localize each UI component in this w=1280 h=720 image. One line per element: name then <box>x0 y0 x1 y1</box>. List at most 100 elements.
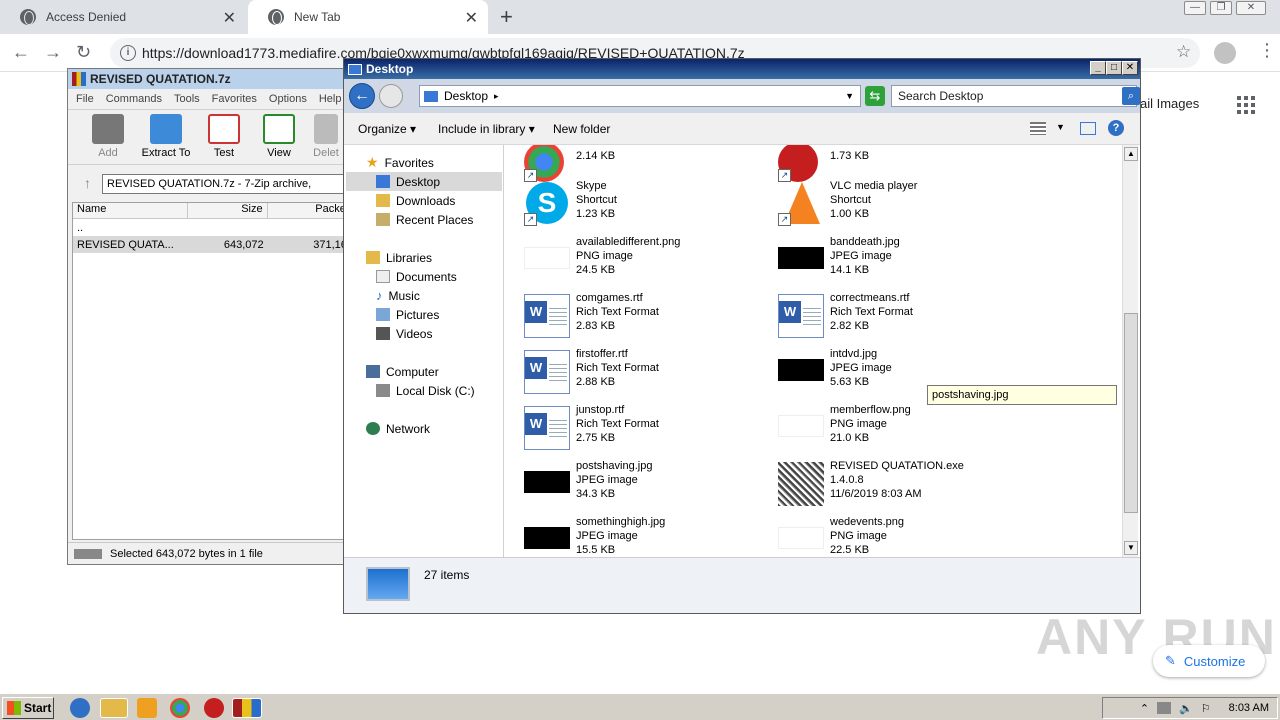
search-icon[interactable]: ⌕ <box>1122 87 1140 105</box>
file-item[interactable]: availabledifferent.png PNG image 24.5 KB <box>524 233 774 287</box>
file-type: Rich Text Format <box>576 306 659 318</box>
back-icon[interactable]: ← <box>12 42 30 63</box>
tab-access-denied[interactable]: Access Denied ✕ <box>0 0 246 34</box>
menu-tools[interactable]: Tools <box>174 93 200 105</box>
scroll-up-icon[interactable]: ▲ <box>1124 147 1138 161</box>
explorer-address-bar[interactable]: Desktop ▸ ▼ <box>419 85 861 107</box>
menu-help[interactable]: Help <box>319 93 342 105</box>
include-in-library-button[interactable]: Include in library ▾ <box>438 122 535 136</box>
add-button[interactable]: Add <box>80 114 136 159</box>
forward-button[interactable] <box>379 84 403 108</box>
preview-pane-icon[interactable] <box>1080 122 1096 135</box>
vertical-scrollbar[interactable]: ▲ ▼ <box>1122 145 1138 557</box>
forward-icon[interactable]: → <box>44 42 62 63</box>
info-icon[interactable]: i <box>120 45 136 61</box>
organize-button[interactable]: Organize ▾ <box>358 122 416 136</box>
restore-button[interactable]: ❐ <box>1210 1 1232 15</box>
nav-desktop[interactable]: Desktop <box>346 172 502 191</box>
menu-favorites[interactable]: Favorites <box>212 93 257 105</box>
file-item[interactable]: wedevents.png PNG image 22.5 KB <box>778 513 1028 557</box>
winrar-taskbar-icon[interactable] <box>232 698 262 718</box>
chrome-menu-icon[interactable]: ⋮ <box>1258 40 1276 61</box>
minimize-button[interactable]: _ <box>1090 61 1106 75</box>
extract-to-button[interactable]: Extract To <box>138 114 194 159</box>
clock[interactable]: 8:03 AM <box>1229 702 1269 714</box>
new-folder-button[interactable]: New folder <box>553 122 610 136</box>
file-list: ↗ 2.14 KB ↗ 1.73 KB ↗ Skype Shortcut 1.23 … <box>506 145 1124 557</box>
bookmark-star-icon[interactable]: ☆ <box>1176 42 1191 62</box>
customize-button[interactable]: ✎ Customize <box>1153 645 1265 677</box>
file-item[interactable]: REVISED QUATATION.exe 1.4.0.8 11/6/2019 8:… <box>778 457 1028 511</box>
new-tab-button[interactable]: + <box>500 4 513 30</box>
scroll-thumb[interactable] <box>1124 313 1138 513</box>
menu-commands[interactable]: Commands <box>106 93 162 105</box>
file-item[interactable]: postshaving.jpg JPEG image 34.3 KB <box>524 457 774 511</box>
reload-icon[interactable]: ↻ <box>76 42 91 63</box>
delete-button[interactable]: Delet <box>306 114 346 159</box>
nav-downloads[interactable]: Downloads <box>376 191 455 210</box>
file-item[interactable]: firstoffer.rtf Rich Text Format 2.88 KB <box>524 345 774 399</box>
col-packed[interactable]: Packed <box>268 203 353 218</box>
list-item[interactable]: .. <box>73 219 353 236</box>
scroll-down-icon[interactable]: ▼ <box>1124 541 1138 555</box>
nav-label: Computer <box>386 364 439 379</box>
nav-favorites[interactable]: ★ Favorites <box>366 153 434 172</box>
file-item[interactable]: ↗ VLC media player Shortcut 1.00 KB <box>778 177 1028 231</box>
nav-network[interactable]: Network <box>366 419 430 438</box>
nav-recent-places[interactable]: Recent Places <box>376 210 473 229</box>
tray-expand-icon[interactable]: ⌃ <box>1140 702 1149 715</box>
help-icon[interactable]: ? <box>1108 120 1124 136</box>
apps-grid-icon[interactable] <box>1237 96 1255 114</box>
tab-new-tab[interactable]: New Tab ✕ <box>248 0 488 34</box>
file-item[interactable]: banddeath.jpg JPEG image 14.1 KB <box>778 233 1028 287</box>
explorer-titlebar[interactable]: Desktop _ □ ✕ <box>344 59 1140 79</box>
file-item[interactable]: ↗ Skype Shortcut 1.23 KB <box>524 177 774 231</box>
chrome-icon[interactable] <box>170 698 190 718</box>
chevron-down-icon[interactable]: ▼ <box>845 91 854 101</box>
ie-icon[interactable] <box>70 698 90 718</box>
up-arrow-icon[interactable]: ↑ <box>84 175 91 191</box>
file-item[interactable]: memberflow.png PNG image 21.0 KB <box>778 401 1028 455</box>
nav-local-disk[interactable]: Local Disk (C:) <box>376 381 475 400</box>
view-options-icon[interactable] <box>1030 122 1046 135</box>
close-tab-icon[interactable]: ✕ <box>465 8 478 28</box>
refresh-button[interactable]: ⇆ <box>865 86 885 106</box>
google-links[interactable]: ail Images <box>1140 96 1199 111</box>
close-window-button[interactable]: ✕ <box>1236 1 1266 15</box>
close-tab-icon[interactable]: ✕ <box>223 8 236 28</box>
chevron-down-icon[interactable]: ▼ <box>1056 122 1065 132</box>
file-item[interactable]: somethinghigh.jpg JPEG image 15.5 KB <box>524 513 774 557</box>
sevenzip-path[interactable]: REVISED QUATATION.7z - 7-Zip archive, <box>102 174 352 194</box>
media-player-icon[interactable] <box>137 698 157 718</box>
nav-music[interactable]: ♪ Music <box>376 286 420 305</box>
test-button[interactable]: Test <box>196 114 252 159</box>
volume-icon[interactable]: 🔈 <box>1179 702 1193 715</box>
list-item[interactable]: REVISED QUATA... 643,072 371,165 <box>73 236 353 253</box>
profile-avatar[interactable] <box>1214 42 1236 64</box>
opera-icon[interactable] <box>204 698 224 718</box>
file-item[interactable]: junstop.rtf Rich Text Format 2.75 KB <box>524 401 774 455</box>
nav-documents[interactable]: Documents <box>376 267 457 286</box>
maximize-button[interactable]: □ <box>1106 61 1122 75</box>
explorer-taskbar-icon[interactable] <box>100 698 128 718</box>
chevron-right-icon[interactable]: ▸ <box>494 91 499 102</box>
network-tray-icon[interactable] <box>1157 702 1172 714</box>
menu-options[interactable]: Options <box>269 93 307 105</box>
back-button[interactable]: ← <box>349 83 375 109</box>
col-size[interactable]: Size <box>188 203 268 218</box>
nav-videos[interactable]: Videos <box>376 324 432 343</box>
minimize-button[interactable]: — <box>1184 1 1206 15</box>
search-input[interactable]: Search Desktop <box>891 85 1137 107</box>
nav-computer[interactable]: Computer <box>366 362 439 381</box>
view-button[interactable]: View <box>251 114 307 159</box>
flag-icon[interactable]: ⚐ <box>1201 702 1211 715</box>
nav-pictures[interactable]: Pictures <box>376 305 439 324</box>
nav-libraries[interactable]: Libraries <box>366 248 432 267</box>
file-item[interactable]: correctmeans.rtf Rich Text Format 2.82 KB <box>778 289 1028 343</box>
menu-file[interactable]: File <box>76 93 94 105</box>
sevenzip-titlebar[interactable]: REVISED QUATATION.7z <box>68 69 356 89</box>
start-button[interactable]: Start <box>2 697 54 719</box>
close-button[interactable]: ✕ <box>1122 61 1138 75</box>
col-name[interactable]: Name <box>73 203 189 218</box>
file-item[interactable]: comgames.rtf Rich Text Format 2.83 KB <box>524 289 774 343</box>
